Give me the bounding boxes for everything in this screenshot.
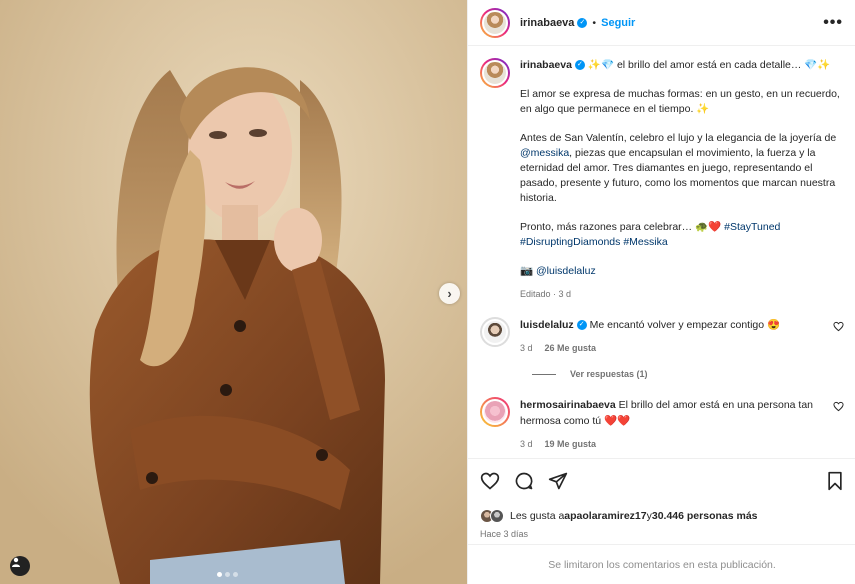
likes-count[interactable]: 30.446 personas más [652,510,758,522]
verified-badge-icon: ✓ [577,17,588,28]
comment-item: luisdelaluz ✓ Me encantó volver y empezar… [480,317,844,353]
hashtag-link[interactable]: #StayTuned [724,221,780,233]
caption-edited-meta: Editado · 3 d [520,289,572,299]
view-replies-label: Ver respuestas (1) [570,369,648,379]
comment-meta: 3 d 19 Me gusta [520,439,825,449]
mention-link[interactable]: @messika [520,147,569,159]
portrait-illustration [0,0,467,584]
caption-username[interactable]: irinabaeva [520,59,572,71]
comment-text: Me encantó volver y empezar contigo 😍 [589,319,781,331]
replies-divider [532,373,556,375]
comment-time: 3 d [520,343,533,353]
caption-paragraph-2: Antes de San Valentín, celebro el lujo y… [520,131,844,206]
post-actions: Les gusta a apaolaramirez17 y 30.446 per… [468,458,855,539]
likes-summary: Les gusta a apaolaramirez17 y 30.446 per… [480,509,844,523]
post-timestamp[interactable]: Hace 3 días [480,529,844,539]
comments-section[interactable]: irinabaeva ✓ ✨💎 el brillo del amor está e… [468,46,855,458]
author-avatar[interactable] [480,7,510,38]
photo-credit-link[interactable]: @luisdelaluz [536,265,596,277]
post-details-panel: irinabaeva ✓ • Seguir ••• irinabaeva ✓ ✨💎… [467,0,855,584]
caption-paragraph-3: Pronto, más razones para celebrar… 🐢❤️ #… [520,220,844,250]
comment-meta: 3 d 26 Me gusta [520,343,825,353]
bookmark-icon[interactable] [826,471,844,491]
verified-badge-icon: ✓ [574,60,585,71]
carousel-dot [233,572,238,577]
comment-item: hermosairinabaeva El brillo del amor est… [480,397,844,449]
caption-p2-text: Antes de San Valentín, celebro el lujo y… [520,132,837,144]
caption-first-line: irinabaeva ✓ ✨💎 el brillo del amor está e… [520,58,844,73]
caption: irinabaeva ✓ ✨💎 el brillo del amor está e… [480,58,844,299]
caption-p3-text: Pronto, más razones para celebrar… 🐢❤️ [520,221,725,233]
heart-icon[interactable] [480,471,500,491]
header-separator: • [592,16,597,29]
more-options-icon[interactable]: ••• [823,14,843,32]
follow-button[interactable]: Seguir [601,17,635,29]
hashtag-link[interactable]: #Messika [623,236,667,248]
hashtag-link[interactable]: #DisruptingDiamonds [520,236,620,248]
heart-icon[interactable] [833,401,844,412]
share-icon[interactable] [548,471,568,491]
post-image[interactable]: › [0,0,467,584]
comment-text-line: hermosairinabaeva El brillo del amor est… [520,397,825,429]
carousel-indicator [217,572,238,577]
liker-username[interactable]: apaolaramirez17 [564,510,646,522]
post-header: irinabaeva ✓ • Seguir ••• [468,0,855,46]
likes-prefix: Les gusta a [510,510,565,522]
comment-text-line: luisdelaluz ✓ Me encantó volver y empezar… [520,317,825,333]
author-username[interactable]: irinabaeva [520,17,574,29]
caption-paragraph-1: El amor se expresa de muchas formas: en … [520,88,840,115]
comment-time: 3 d [520,439,533,449]
commenter-username[interactable]: hermosairinabaeva [520,399,616,411]
person-tag-glyph [12,557,20,567]
comments-limited-notice: Se limitaron los comentarios en esta pub… [468,544,855,584]
commenter-username[interactable]: luisdelaluz [520,319,574,331]
liker-avatar [490,509,504,523]
camera-icon: 📷 [520,265,534,277]
liker-avatars[interactable] [480,509,504,523]
heart-icon[interactable] [833,321,844,332]
carousel-dot [225,572,230,577]
view-replies-button[interactable]: Ver respuestas (1) [532,369,844,379]
caption-avatar[interactable] [480,58,510,88]
commenter-avatar[interactable] [480,397,510,427]
comment-icon[interactable] [514,471,534,491]
comment-likes[interactable]: 19 Me gusta [545,439,597,449]
comment-likes[interactable]: 26 Me gusta [545,343,597,353]
commenter-avatar[interactable] [480,317,510,347]
tag-icon[interactable] [10,556,30,576]
verified-badge-icon: ✓ [576,320,587,331]
photo-credit: 📷 @luisdelaluz [520,264,844,279]
carousel-dot [217,572,222,577]
action-icons [480,469,844,493]
next-arrow-icon[interactable]: › [439,283,460,304]
caption-headline: ✨💎 el brillo del amor está en cada detal… [587,59,831,71]
